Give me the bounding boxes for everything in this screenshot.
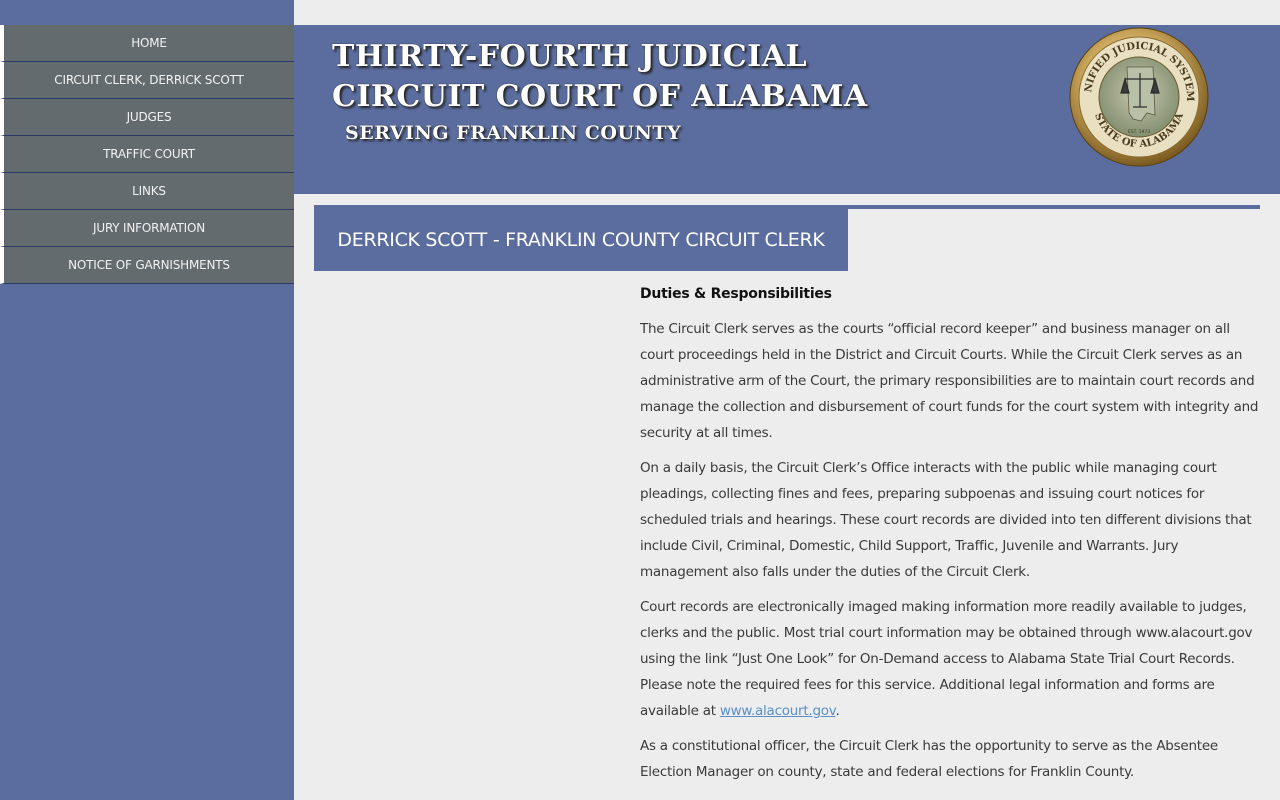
nav-item-jury-information[interactable]: JURY INFORMATION	[0, 210, 294, 247]
main-nav: HOME CIRCUIT CLERK, DERRICK SCOTT JUDGES…	[0, 25, 294, 284]
nav-item-notice-of-garnishments[interactable]: NOTICE OF GARNISHMENTS	[0, 247, 294, 284]
site-header: THIRTY-FOURTH JUDICIAL CIRCUIT COURT OF …	[294, 25, 1280, 194]
main-content: Duties & Responsibilities The Circuit Cl…	[640, 281, 1265, 794]
alacourt-link[interactable]: www.alacourt.gov	[720, 703, 836, 719]
nav-item-links[interactable]: LINKS	[0, 173, 294, 210]
paragraph-3-text: Court records are electronically imaged …	[640, 599, 1253, 719]
paragraph-3-end: .	[835, 703, 840, 719]
nav-item-judges[interactable]: JUDGES	[0, 99, 294, 136]
header-subtitle: SERVING FRANKLIN COUNTY	[345, 122, 682, 144]
seal-est-text: EST. 1973	[1128, 129, 1150, 135]
unified-judicial-system-seal: UNIFIED JUDICIAL SYSTEM STATE OF ALABAMA…	[1069, 27, 1209, 167]
nav-item-traffic-court[interactable]: TRAFFIC COURT	[0, 136, 294, 173]
paragraph-2: On a daily basis, the Circuit Clerk’s Of…	[640, 460, 1252, 580]
paragraph-3: Court records are electronically imaged …	[640, 594, 1265, 724]
header-title-line1: THIRTY-FOURTH JUDICIAL	[332, 39, 808, 74]
sidebar: HOME CIRCUIT CLERK, DERRICK SCOTT JUDGES…	[0, 0, 294, 800]
section-heading: Duties & Responsibilities	[640, 286, 832, 302]
alabama-map-icon	[1126, 66, 1156, 122]
paragraph-1: The Circuit Clerk serves as the courts “…	[640, 321, 1259, 441]
header-title-line2: CIRCUIT COURT OF ALABAMA	[332, 79, 868, 114]
page-title: DERRICK SCOTT - FRANKLIN COUNTY CIRCUIT …	[314, 209, 848, 271]
nav-item-circuit-clerk[interactable]: CIRCUIT CLERK, DERRICK SCOTT	[0, 62, 294, 99]
nav-item-home[interactable]: HOME	[0, 25, 294, 62]
paragraph-4: As a constitutional officer, the Circuit…	[640, 738, 1218, 780]
